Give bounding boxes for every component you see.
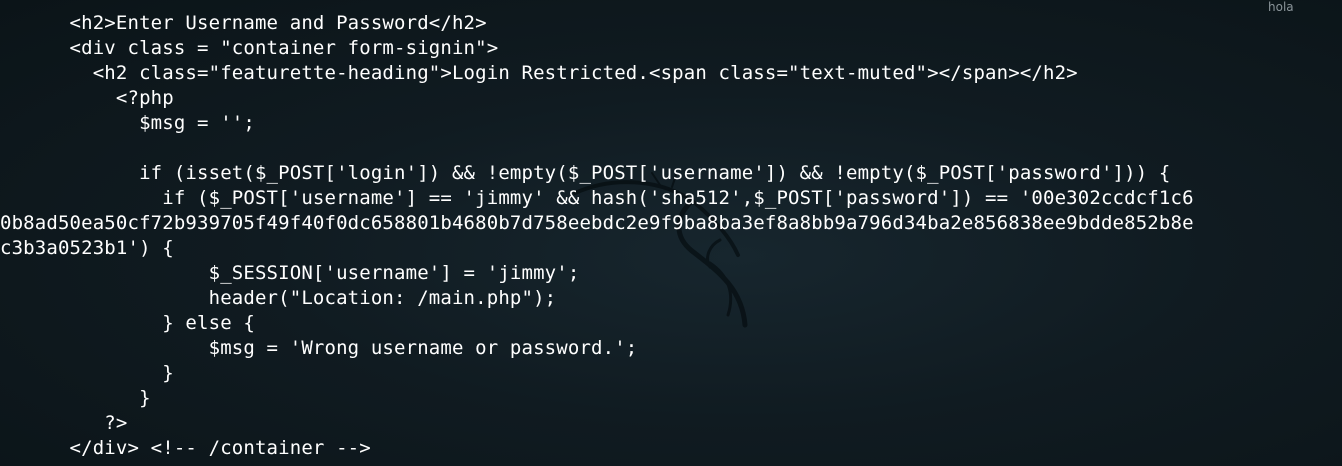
code-line: <div class = "container form-signin"> <box>0 37 499 59</box>
code-line: <h2 class="featurette-heading">Login Res… <box>0 62 1078 84</box>
code-line: } <box>0 387 151 409</box>
code-line: if ($_POST['username'] == 'jimmy' && has… <box>0 187 1194 209</box>
code-line: </div> <!-- /container --> <box>0 437 371 459</box>
code-line: $msg = ''; <box>0 112 255 134</box>
terminal-window[interactable]: hola <h2>Enter Username and Password</h2… <box>0 0 1342 466</box>
code-line: } else { <box>0 312 255 334</box>
code-line: <?php <box>0 87 174 109</box>
code-line: ?> <box>0 412 128 434</box>
code-line: header("Location: /main.php"); <box>0 287 557 309</box>
code-line: } <box>0 362 174 384</box>
code-line: $_SESSION['username'] = 'jimmy'; <box>0 262 580 284</box>
code-line: $msg = 'Wrong username or password.'; <box>0 337 638 359</box>
code-line: if (isset($_POST['login']) && !empty($_P… <box>0 162 1171 184</box>
code-line: 0b8ad50ea50cf72b939705f49f40f0dc658801b4… <box>0 212 1194 234</box>
corner-label: hola <box>1268 0 1294 14</box>
code-line: c3b3a0523b1') { <box>0 237 174 259</box>
code-line: <h2>Enter Username and Password</h2> <box>0 12 487 34</box>
